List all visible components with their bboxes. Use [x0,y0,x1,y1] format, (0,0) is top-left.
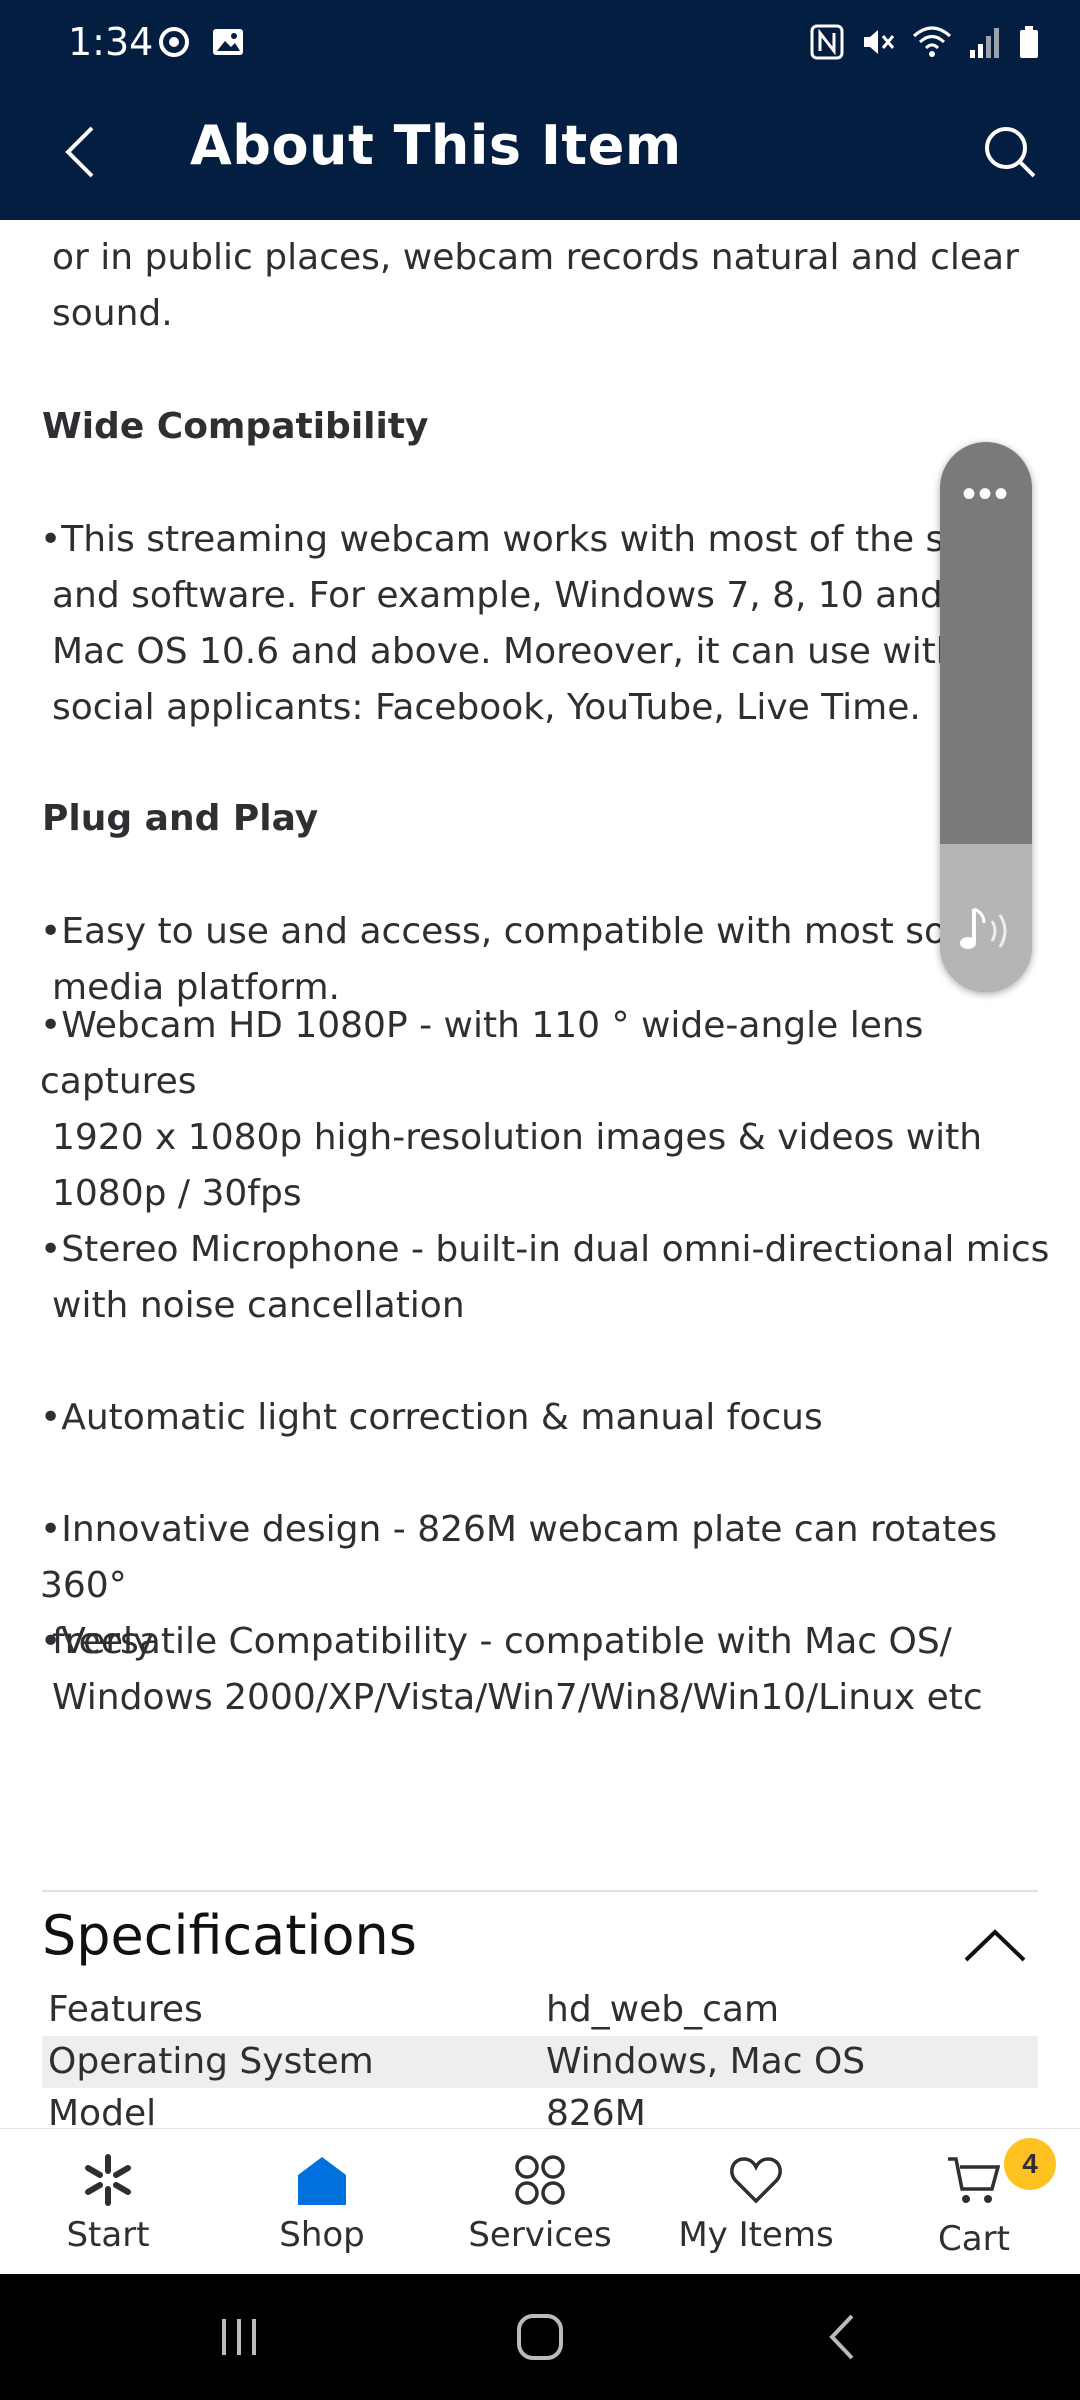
text-line: social applicants: Facebook, YouTube, Li… [52,687,921,728]
sync-icon [156,24,192,65]
recent-apps-icon [222,2319,256,2355]
text-line: 1080p / 30fps [52,1173,302,1214]
spec-key: Operating System [48,2041,374,2082]
services-icon [513,2153,567,2212]
text-line: •Webcam HD 1080P - with 110 ° wide-angle… [40,1005,924,1102]
text-line: with noise cancellation [52,1285,465,1326]
status-bar: 1:34 [0,0,1080,88]
nav-label: Shop [279,2215,365,2255]
nav-label: Services [468,2215,612,2255]
top-bar: 1:34 About This Item [0,0,1080,220]
text-line: •Versatile Compatibility - compatible wi… [40,1621,952,1662]
search-icon [985,127,1036,178]
heart-icon [728,2153,784,2212]
system-back-button[interactable] [816,2304,866,2370]
status-time: 1:34 [68,20,154,64]
text-line: Windows 2000/XP/Vista/Win7/Win8/Win10/Li… [52,1677,983,1718]
home-button[interactable] [505,2304,575,2370]
spec-key: Features [48,1989,203,2030]
text-line: •Automatic light correction & manual foc… [40,1397,823,1438]
spec-row-operating-system: Operating System Windows, Mac OS [42,2036,1038,2088]
search-button[interactable] [970,112,1050,192]
status-left-icons [156,24,246,65]
nav-label: My Items [678,2215,834,2255]
section-heading-plug-and-play: Plug and Play [42,798,319,839]
section-heading-wide-compatibility: Wide Compatibility [42,406,429,447]
text-line: •Easy to use and access, compatible with… [40,911,1008,952]
shop-icon [295,2153,349,2212]
nav-label: Start [66,2215,150,2255]
music-note-icon[interactable] [954,899,1018,968]
text-line: 1920 x 1080p high-resolution images & vi… [52,1117,983,1158]
bullet-light-correction: •Automatic light correction & manual foc… [40,1390,1050,1446]
spec-row-features: Features hd_web_cam [42,1984,1038,2036]
recent-apps-button[interactable] [206,2304,272,2370]
chevron-up-icon [964,1929,1026,1962]
home-icon [517,2314,563,2360]
spec-key: Model [48,2093,157,2128]
back-button[interactable] [40,112,120,192]
signal-icon [968,24,1002,65]
nav-my-items[interactable]: My Items [666,2129,846,2275]
cart-count-badge: 4 [1004,2138,1056,2190]
bullet-stereo-microphone: •Stereo Microphone - built-in dual omni-… [40,1222,1050,1334]
text-line: •Innovative design - 826M webcam plate c… [40,1509,998,1606]
nav-services[interactable]: Services [450,2129,630,2275]
mute-icon [860,24,896,65]
bullet-webcam-hd: •Webcam HD 1080P - with 110 ° wide-angle… [40,998,1050,1222]
wide-compatibility-text: •This streaming webcam works with most o… [40,512,1050,736]
bullet-versatile-compatibility: •Versatile Compatibility - compatible wi… [40,1614,1050,1726]
gallery-icon [210,24,246,65]
system-navigation-bar [0,2274,1080,2400]
nav-label: Cart [938,2219,1010,2259]
specifications-title[interactable]: Specifications [42,1904,417,1967]
bottom-navigation: Start Shop Services My Items Cart [0,2128,1080,2275]
section-divider [42,1890,1038,1892]
more-options-icon[interactable]: ••• [940,472,1032,517]
floating-media-widget[interactable]: ••• [940,442,1032,992]
wifi-icon [912,24,952,65]
text-line: Mac OS 10.6 and above. Moreover, it can … [52,631,1006,672]
page-title: About This Item [190,114,682,177]
nav-shop[interactable]: Shop [232,2129,412,2275]
about-item-content[interactable]: or in public places, webcam records natu… [0,220,1080,2128]
intro-paragraph: or in public places, webcam records natu… [40,230,1040,342]
collapse-specifications-button[interactable] [960,1920,1030,1970]
back-icon [829,2314,854,2360]
app-header: About This Item [0,88,1080,220]
battery-icon [1018,24,1040,65]
text-line: and software. For example, Windows 7, 8,… [52,575,1022,616]
text-line: •Stereo Microphone - built-in dual omni-… [40,1229,1050,1270]
spec-value: hd_web_cam [546,1989,780,2030]
spec-row-model: Model 826M [42,2088,1038,2128]
spec-value: Windows, Mac OS [546,2041,866,2082]
spec-value: 826M [546,2093,646,2128]
status-right-icons [810,24,1040,65]
chevron-left-icon [65,126,94,178]
cart-icon [946,2153,1002,2212]
nav-start[interactable]: Start [18,2129,198,2275]
spark-icon [81,2153,135,2212]
text-line: •This streaming webcam works with most o… [40,519,1021,560]
text-line: sound. [52,293,173,334]
nfc-icon [810,24,844,65]
text-line: or in public places, webcam records natu… [52,237,1019,278]
